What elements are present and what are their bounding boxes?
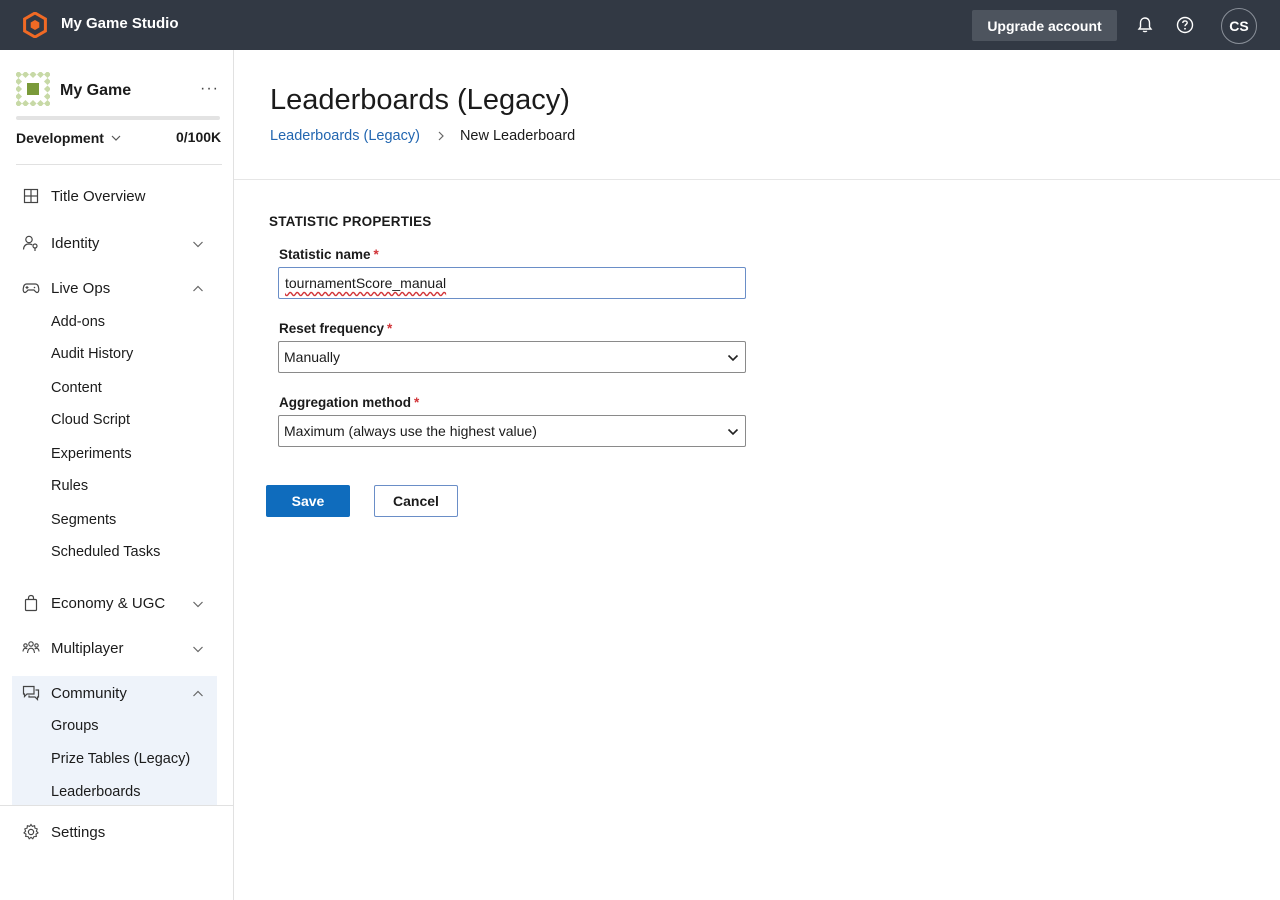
environment-label: Development bbox=[16, 130, 104, 146]
sidebar-subitem-rules[interactable]: Rules bbox=[51, 478, 88, 494]
aggregation-method-select[interactable]: Maximum (always use the highest value) bbox=[278, 415, 746, 447]
sidebar-item-settings[interactable]: Settings bbox=[12, 815, 217, 849]
statistic-name-value: tournamentScore_manual bbox=[285, 275, 447, 291]
upgrade-account-button[interactable]: Upgrade account bbox=[972, 10, 1117, 41]
sidebar-subitem-prize-tables[interactable]: Prize Tables (Legacy) bbox=[51, 751, 190, 767]
avatar[interactable]: CS bbox=[1221, 8, 1257, 44]
sidebar-item-label: Community bbox=[51, 684, 127, 702]
chevron-down-icon bbox=[727, 354, 739, 362]
gamepad-icon bbox=[22, 283, 40, 294]
aggregation-method-label: Aggregation method * bbox=[279, 395, 419, 410]
sidebar-subitem-cloud-script[interactable]: Cloud Script bbox=[51, 412, 130, 428]
shopping-bag-icon bbox=[24, 594, 38, 612]
breadcrumb: Leaderboards (Legacy) New Leaderboard bbox=[270, 128, 575, 144]
aggregation-method-value: Maximum (always use the highest value) bbox=[284, 423, 537, 439]
sidebar-item-label: Multiplayer bbox=[51, 639, 124, 657]
sidebar-item-label: Live Ops bbox=[51, 279, 111, 297]
quota-progress-bar bbox=[16, 116, 220, 120]
sidebar-item-label: Identity bbox=[51, 234, 100, 252]
sidebar-item-title-overview[interactable]: Title Overview bbox=[12, 179, 217, 213]
hexagon-logo-icon[interactable] bbox=[22, 12, 48, 38]
header-divider bbox=[234, 179, 1280, 180]
help-icon[interactable] bbox=[1175, 15, 1195, 35]
chevron-up-icon bbox=[193, 285, 203, 292]
page-title: Leaderboards (Legacy) bbox=[270, 84, 570, 116]
chevron-down-icon bbox=[727, 428, 739, 436]
statistic-name-label: Statistic name * bbox=[279, 247, 379, 262]
people-icon bbox=[22, 641, 40, 654]
top-bar: My Game Studio Upgrade account CS bbox=[0, 0, 1280, 50]
chevron-down-icon bbox=[193, 241, 203, 248]
cancel-button[interactable]: Cancel bbox=[374, 485, 458, 517]
sidebar-item-live-ops[interactable]: Live Ops bbox=[12, 271, 217, 305]
reset-frequency-value: Manually bbox=[284, 349, 341, 365]
sidebar-subitem-segments[interactable]: Segments bbox=[51, 512, 116, 528]
sidebar-subitem-scheduled-tasks[interactable]: Scheduled Tasks bbox=[51, 544, 160, 560]
sidebar-subitem-experiments[interactable]: Experiments bbox=[51, 446, 132, 462]
required-mark: * bbox=[373, 247, 379, 262]
required-mark: * bbox=[387, 321, 393, 336]
more-options-icon[interactable]: ··· bbox=[200, 80, 219, 98]
chevron-right-icon bbox=[438, 131, 444, 141]
studio-name[interactable]: My Game Studio bbox=[61, 15, 179, 32]
reset-frequency-label-text: Reset frequency bbox=[279, 321, 385, 336]
required-mark: * bbox=[414, 395, 420, 410]
sidebar-item-label: Settings bbox=[51, 823, 106, 841]
quota-text: 0/100K bbox=[176, 129, 222, 145]
gear-icon bbox=[23, 823, 39, 840]
grid-icon bbox=[23, 188, 39, 204]
sidebar-subitem-add-ons[interactable]: Add-ons bbox=[51, 314, 105, 330]
person-key-icon bbox=[22, 235, 38, 251]
game-name[interactable]: My Game bbox=[60, 82, 131, 100]
sidebar-subitem-content[interactable]: Content bbox=[51, 380, 102, 396]
environment-selector[interactable]: Development bbox=[16, 130, 122, 146]
sidebar-bottom-divider bbox=[0, 805, 234, 806]
game-icon bbox=[16, 72, 50, 106]
sidebar-subitem-leaderboards[interactable]: Leaderboards bbox=[51, 784, 141, 800]
chevron-down-icon bbox=[193, 646, 203, 653]
reset-frequency-select[interactable]: Manually bbox=[278, 341, 746, 373]
aggregation-method-label-text: Aggregation method bbox=[279, 395, 411, 410]
chevron-down-icon bbox=[111, 135, 121, 141]
breadcrumb-current: New Leaderboard bbox=[459, 128, 576, 144]
reset-frequency-label: Reset frequency * bbox=[279, 321, 392, 336]
chat-bubbles-icon bbox=[22, 685, 40, 701]
save-button[interactable]: Save bbox=[266, 485, 350, 517]
section-title: STATISTIC PROPERTIES bbox=[269, 214, 432, 229]
breadcrumb-link-leaderboards[interactable]: Leaderboards (Legacy) bbox=[270, 128, 420, 144]
sidebar-item-community[interactable]: Community bbox=[12, 676, 217, 710]
sidebar: My Game ··· Development 0/100K Title Ove… bbox=[0, 50, 234, 900]
statistic-name-label-text: Statistic name bbox=[279, 247, 371, 262]
sidebar-item-label: Title Overview bbox=[51, 187, 146, 205]
sidebar-divider bbox=[16, 164, 222, 165]
chevron-up-icon bbox=[193, 690, 203, 697]
bell-icon[interactable] bbox=[1135, 15, 1155, 35]
sidebar-item-economy[interactable]: Economy & UGC bbox=[12, 586, 217, 620]
sidebar-item-identity[interactable]: Identity bbox=[12, 226, 217, 260]
statistic-name-input[interactable]: tournamentScore_manual bbox=[278, 267, 746, 299]
sidebar-subitem-groups[interactable]: Groups bbox=[51, 718, 99, 734]
sidebar-subitem-audit-history[interactable]: Audit History bbox=[51, 346, 133, 362]
sidebar-item-multiplayer[interactable]: Multiplayer bbox=[12, 631, 217, 665]
sidebar-item-label: Economy & UGC bbox=[51, 594, 166, 612]
chevron-down-icon bbox=[193, 601, 203, 608]
